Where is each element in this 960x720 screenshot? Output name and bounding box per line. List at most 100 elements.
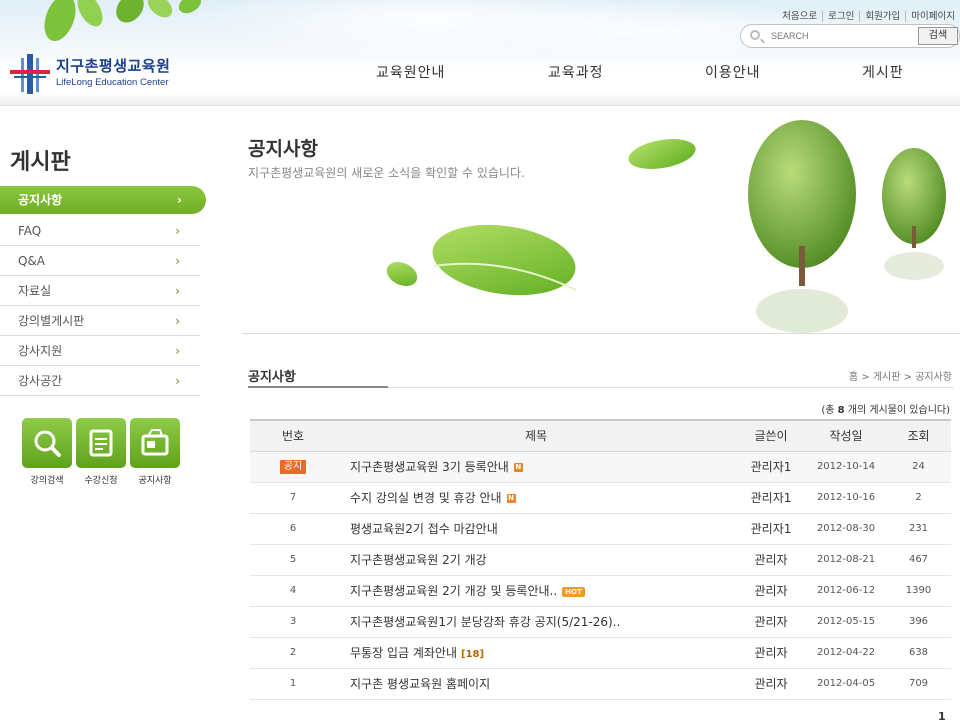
chevron-right-icon: › xyxy=(175,314,180,328)
page-visual-banner: 공지사항 지구촌평생교육원의 새로운 소식을 확인할 수 있습니다. xyxy=(242,106,960,334)
post-count-suffix: 개의 게시물이 있습니다) xyxy=(844,405,950,416)
gnb-item-about[interactable]: 교육원안내 xyxy=(376,62,445,82)
quick-course-search[interactable]: 강의검색 xyxy=(22,418,72,486)
sidebar-item-label: 자료실 xyxy=(18,284,52,298)
chevron-right-icon: › xyxy=(175,374,180,388)
sidebar-item-course-boards[interactable]: 강의별게시판 › xyxy=(0,306,200,336)
post-title-link[interactable]: 지구촌평생교육원 3기 등록안내 xyxy=(350,460,509,474)
row-author: 관리자 xyxy=(736,606,806,638)
search-icon xyxy=(750,30,760,40)
row-views: 467 xyxy=(886,544,951,576)
row-author: 관리자1 xyxy=(736,451,806,483)
table-row[interactable]: 5 지구촌평생교육원 2기 개강 관리자 2012-08-21 467 xyxy=(250,544,951,576)
row-number: 3 xyxy=(250,606,336,638)
content-title-underline xyxy=(248,386,388,388)
search-input[interactable] xyxy=(771,28,911,44)
util-link-signup[interactable]: 회원가입 xyxy=(859,11,906,22)
chevron-right-icon: › xyxy=(177,193,182,207)
row-views: 231 xyxy=(886,513,951,545)
quick-label: 강의검색 xyxy=(30,476,64,486)
chevron-right-icon: › xyxy=(175,284,180,298)
row-date: 2012-08-30 xyxy=(806,513,886,545)
sidebar-item-archive[interactable]: 자료실 › xyxy=(0,276,200,306)
row-title-cell: 지구촌 평생교육원 홈페이지 xyxy=(336,668,736,700)
post-title-link[interactable]: 지구촌평생교육원 2기 개강 및 등록안내.. xyxy=(350,584,557,598)
quick-notice[interactable]: 공지사항 xyxy=(130,418,180,486)
sidebar-item-instructor-apply[interactable]: 강사지원 › xyxy=(0,336,200,366)
search-button[interactable]: 검색 xyxy=(918,27,958,45)
chevron-right-icon: › xyxy=(175,344,180,358)
row-title-cell: 평생교육원2기 접수 마감안내 xyxy=(336,513,736,545)
post-title-link[interactable]: 지구촌 평생교육원 홈페이지 xyxy=(350,677,490,691)
row-views: 396 xyxy=(886,606,951,638)
gnb-item-courses[interactable]: 교육과정 xyxy=(548,62,604,82)
table-row[interactable]: 공지 지구촌평생교육원 3기 등록안내 N 관리자1 2012-10-14 24 xyxy=(250,451,951,483)
chevron-right-icon: › xyxy=(175,224,180,238)
row-author: 관리자 xyxy=(736,544,806,576)
post-title-link[interactable]: 지구촌평생교육원1기 분당강좌 휴강 공지(5/21-26).. xyxy=(350,615,620,629)
new-badge: N xyxy=(513,463,523,472)
col-header-views: 조회 xyxy=(886,419,951,452)
row-author: 관리자1 xyxy=(736,482,806,514)
sidebar-item-qna[interactable]: Q&A › xyxy=(0,246,200,276)
site-logo[interactable]: 지구촌평생교육원 LifeLong Education Center xyxy=(8,52,178,96)
sidebar-menu: 공지사항 › FAQ › Q&A › 자료실 › 강의별게시판 › 강사지원 ›… xyxy=(0,186,206,396)
row-number: 7 xyxy=(250,482,336,514)
sidebar-item-instructor-space[interactable]: 강사공간 › xyxy=(0,366,200,396)
sidebar-item-label: FAQ xyxy=(18,224,42,238)
col-header-number: 번호 xyxy=(250,419,336,452)
quick-enroll[interactable]: 수강신청 xyxy=(76,418,126,486)
table-header-row: 번호 제목 글쓴이 작성일 조회 xyxy=(250,419,951,452)
logo-emblem-icon xyxy=(10,54,50,94)
comment-count: [18] xyxy=(461,649,485,660)
trees-leaves-illustration-icon xyxy=(386,120,946,333)
row-author: 관리자 xyxy=(736,575,806,607)
row-date: 2012-08-21 xyxy=(806,544,886,576)
new-badge: N xyxy=(506,494,516,503)
table-row[interactable]: 3 지구촌평생교육원1기 분당강좌 휴강 공지(5/21-26).. 관리자 2… xyxy=(250,606,951,638)
post-count-number: 8 xyxy=(837,405,845,416)
sidebar-item-notice[interactable]: 공지사항 › xyxy=(0,186,206,214)
col-header-author: 글쓴이 xyxy=(736,419,806,452)
row-views: 1390 xyxy=(886,575,951,607)
pagination-page-1[interactable]: 1 xyxy=(938,710,946,720)
util-link-mypage[interactable]: 마이페이지 xyxy=(905,11,960,22)
content-title: 공지사항 xyxy=(248,370,296,385)
row-views: 24 xyxy=(886,451,951,483)
notice-board-table: 번호 제목 글쓴이 작성일 조회 공지 지구촌평생교육원 3기 등록안내 N 관리… xyxy=(250,419,951,700)
search-box: 검색 xyxy=(740,24,960,48)
quick-button-box xyxy=(22,418,72,468)
row-number: 공지 xyxy=(250,451,336,483)
page: 지구촌평생교육원 LifeLong Education Center 처음으로 로… xyxy=(0,0,960,720)
post-title-link[interactable]: 평생교육원2기 접수 마감안내 xyxy=(350,522,498,536)
sidebar-item-label: 강사지원 xyxy=(18,344,63,358)
util-link-home[interactable]: 처음으로 xyxy=(777,11,822,22)
table-row[interactable]: 2 무통장 입금 계좌안내 [18] 관리자 2012-04-22 638 xyxy=(250,637,951,669)
gnb-item-board[interactable]: 게시판 xyxy=(862,62,904,82)
table-row[interactable]: 6 평생교육원2기 접수 마감안내 관리자1 2012-08-30 231 xyxy=(250,513,951,545)
col-header-title: 제목 xyxy=(336,419,736,452)
row-title-cell: 지구촌평생교육원1기 분당강좌 휴강 공지(5/21-26).. xyxy=(336,606,736,638)
sidebar-item-faq[interactable]: FAQ › xyxy=(0,216,200,246)
gnb-item-guide[interactable]: 이용안내 xyxy=(705,62,761,82)
row-views: 2 xyxy=(886,482,951,514)
table-row[interactable]: 1 지구촌 평생교육원 홈페이지 관리자 2012-04-05 709 xyxy=(250,668,951,700)
chevron-right-icon: › xyxy=(175,254,180,268)
row-date: 2012-10-16 xyxy=(806,482,886,514)
notice-badge: 공지 xyxy=(279,459,307,474)
row-number: 2 xyxy=(250,637,336,669)
post-title-link[interactable]: 무통장 입금 계좌안내 xyxy=(350,646,457,660)
table-row[interactable]: 7 수지 강의실 변경 및 휴강 안내 N 관리자1 2012-10-16 2 xyxy=(250,482,951,514)
row-number: 1 xyxy=(250,668,336,700)
post-title-link[interactable]: 수지 강의실 변경 및 휴강 안내 xyxy=(350,491,502,505)
utility-links: 처음으로 로그인 회원가입 마이페이지 xyxy=(777,8,960,22)
logo-subtitle: LifeLong Education Center xyxy=(56,77,169,88)
logo-title: 지구촌평생교육원 xyxy=(56,57,171,75)
header: 지구촌평생교육원 LifeLong Education Center 처음으로 로… xyxy=(0,0,960,106)
post-title-link[interactable]: 지구촌평생교육원 2기 개강 xyxy=(350,553,487,567)
row-date: 2012-06-12 xyxy=(806,575,886,607)
post-count-prefix: (총 xyxy=(821,405,838,416)
table-row[interactable]: 4 지구촌평생교육원 2기 개강 및 등록안내.. HOT 관리자 2012-06… xyxy=(250,575,951,607)
util-link-login[interactable]: 로그인 xyxy=(822,11,860,22)
row-title-cell: 수지 강의실 변경 및 휴강 안내 N xyxy=(336,482,736,514)
